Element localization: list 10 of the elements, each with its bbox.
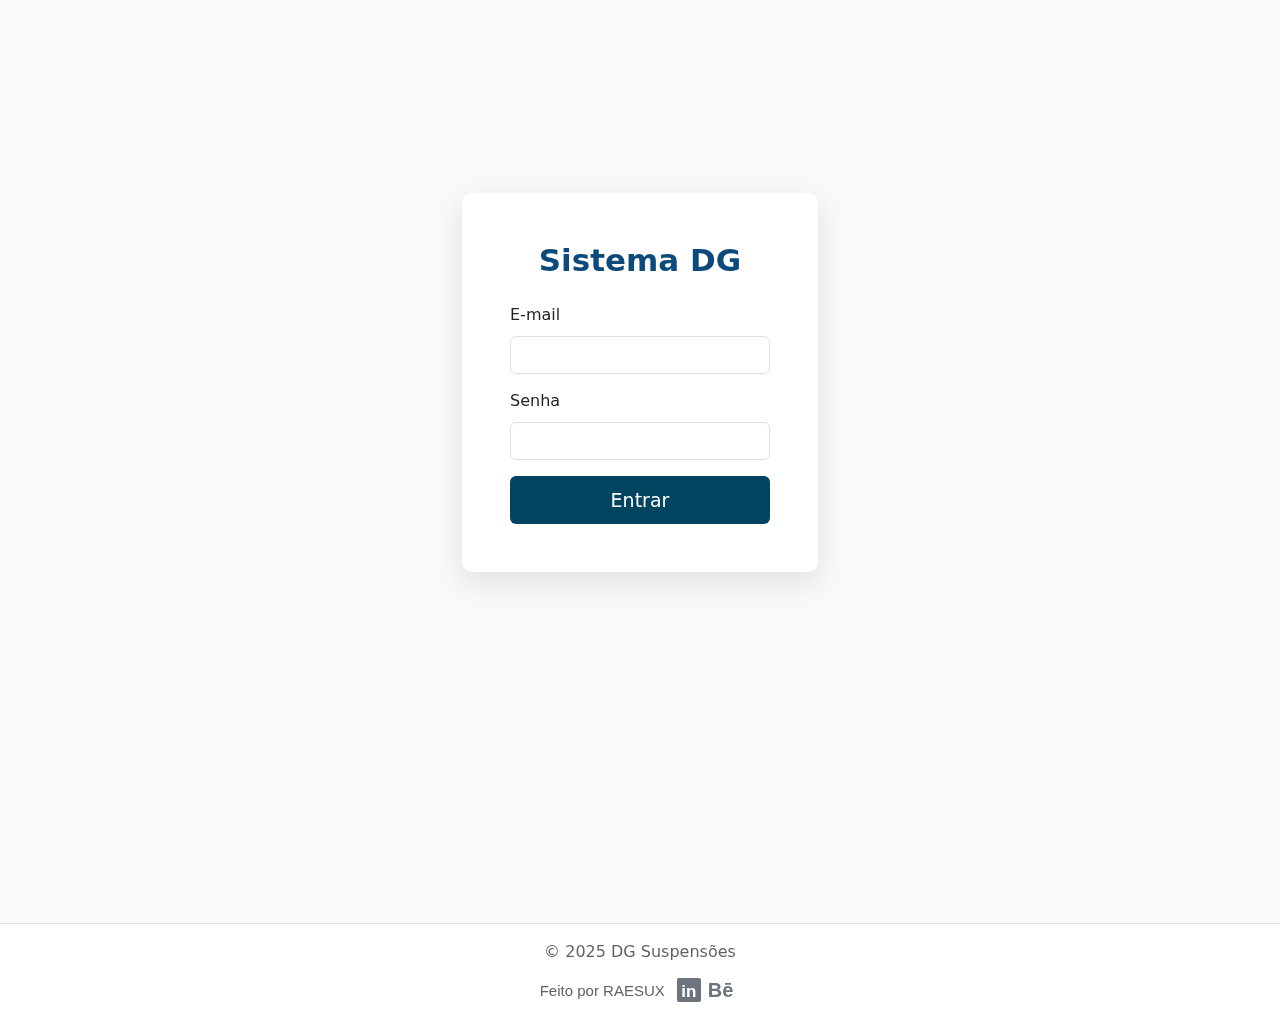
input-field[interactable] xyxy=(510,422,770,460)
login-title: Sistema DG xyxy=(537,241,743,279)
copyright-text: © 2025 DG Suspensões xyxy=(544,941,736,963)
logo-link[interactable]: Bē xyxy=(707,978,734,1002)
submit-button[interactable]: Entrar xyxy=(510,476,770,524)
field-label: Senha xyxy=(510,390,561,412)
logo-link[interactable]: in xyxy=(676,978,701,1002)
input-field[interactable] xyxy=(510,336,770,374)
credit-text: Feito por RAESUX xyxy=(539,981,665,999)
field-label: E-mail xyxy=(510,304,561,326)
